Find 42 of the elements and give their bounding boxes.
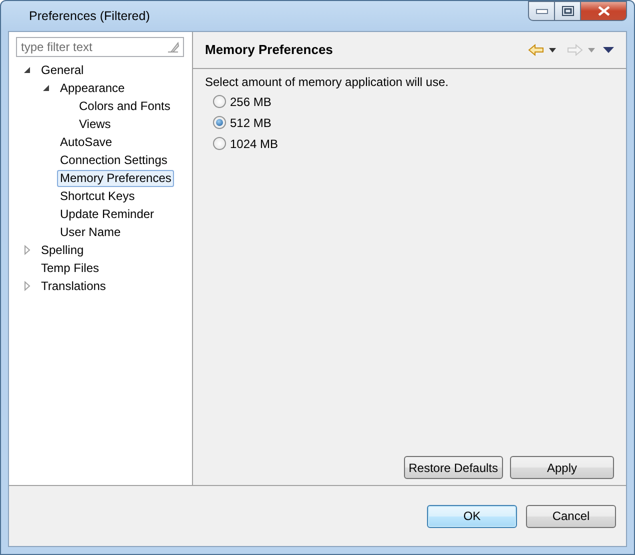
dropdown-icon[interactable]: [548, 48, 557, 52]
tree-item[interactable]: Appearance: [57, 80, 128, 96]
cancel-button[interactable]: Cancel: [526, 504, 616, 528]
maximize-icon: [562, 6, 574, 16]
collapse-arrow-icon[interactable]: [22, 65, 32, 75]
tree-item[interactable]: Colors and Fonts: [76, 98, 174, 114]
tree-item[interactable]: Translations: [38, 278, 109, 294]
radio-label[interactable]: 256 MB: [230, 92, 272, 110]
collapse-arrow-icon[interactable]: [41, 83, 51, 93]
radio-button[interactable]: [213, 116, 226, 129]
description-text: Select amount of memory application will use.: [205, 74, 450, 91]
maximize-button[interactable]: [555, 1, 581, 21]
filter-field[interactable]: type filter text: [16, 37, 184, 57]
radio-button[interactable]: [213, 137, 226, 150]
tree-item[interactable]: Update Reminder: [57, 206, 158, 222]
forward-arrow-icon: [567, 44, 583, 56]
minimize-icon: [536, 8, 548, 14]
minimize-button[interactable]: [528, 1, 555, 21]
tree-item[interactable]: General: [38, 62, 87, 78]
radio-label[interactable]: 512 MB: [230, 114, 272, 132]
page-title: Memory Preferences: [205, 41, 333, 60]
tree-item[interactable]: Spelling: [38, 242, 87, 258]
tree-item[interactable]: Connection Settings: [57, 152, 170, 168]
expand-arrow-icon[interactable]: [22, 245, 32, 255]
tree-item[interactable]: Temp Files: [38, 260, 102, 276]
tree-item[interactable]: Memory Preferences: [57, 170, 174, 186]
window-title: Preferences (Filtered): [28, 8, 150, 25]
radio-label[interactable]: 1024 MB: [230, 134, 278, 152]
apply-button[interactable]: Apply: [510, 456, 614, 479]
tree-item[interactable]: AutoSave: [57, 134, 116, 150]
close-icon: [598, 6, 610, 16]
dropdown-icon: [587, 48, 596, 52]
tree-item[interactable]: Views: [76, 116, 114, 132]
tree-item[interactable]: Shortcut Keys: [57, 188, 138, 204]
radio-button[interactable]: [213, 95, 226, 108]
restore-defaults-button[interactable]: Restore Defaults: [404, 456, 503, 479]
ok-button[interactable]: OK: [427, 504, 517, 528]
eraser-icon[interactable]: [167, 41, 179, 53]
tree-item[interactable]: User Name: [57, 224, 124, 240]
close-button[interactable]: [581, 1, 627, 21]
view-menu-icon[interactable]: [603, 47, 614, 53]
expand-arrow-icon[interactable]: [22, 281, 32, 291]
